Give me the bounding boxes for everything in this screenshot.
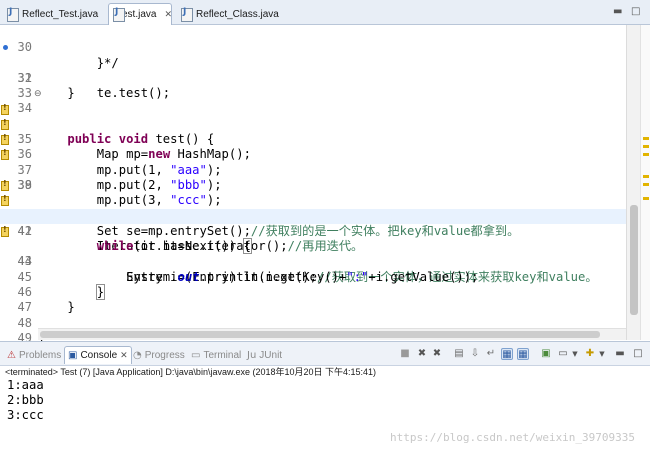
warning-marker[interactable]: [643, 197, 649, 200]
code-line-current[interactable]: 42 while(it.hasNext()) {: [0, 208, 650, 255]
code-line[interactable]: 39: [0, 163, 650, 192]
tab-console[interactable]: ▣ Console ✕: [64, 346, 132, 364]
scroll-thumb[interactable]: [40, 331, 600, 338]
maximize-icon[interactable]: □: [632, 348, 644, 360]
progress-icon: ◔: [133, 349, 142, 361]
tab-reflect-class[interactable]: Reflect_Class.java: [176, 3, 288, 25]
warning-marker[interactable]: [643, 153, 649, 156]
console-line: 2:bbb: [7, 393, 44, 407]
minimize-icon[interactable]: ▬: [613, 6, 622, 17]
code-line[interactable]: 40 Set se=mp.entrySet();//获取到的是一个实体。把key…: [0, 178, 650, 238]
tab-label: JUnit: [259, 349, 283, 361]
console-status: <terminated> Test (7) [Java Application]…: [0, 366, 650, 378]
terminate-icon[interactable]: ■: [399, 348, 411, 360]
tab-test[interactable]: Test.java ✕: [108, 3, 172, 25]
tab-junit[interactable]: Ju JUnit: [244, 346, 285, 364]
code-line[interactable]: 32 }: [0, 56, 650, 100]
scroll-thumb[interactable]: [630, 205, 638, 315]
vertical-scrollbar[interactable]: [626, 25, 640, 340]
tab-progress[interactable]: ◔ Progress: [130, 346, 188, 364]
show-stderr-icon[interactable]: ▦: [517, 348, 529, 360]
remove-launch-icon[interactable]: ✖: [416, 348, 428, 360]
tab-problems[interactable]: ⚠ Problems: [4, 346, 64, 364]
warning-icon[interactable]: [0, 179, 10, 191]
overview-ruler[interactable]: [640, 25, 650, 340]
code-line[interactable]: 35 Map mp=new HashMap();: [0, 102, 650, 161]
code-line[interactable]: 43 Entry i=(Entry) it.next();//获取到一个实体，通…: [0, 224, 650, 284]
warning-marker[interactable]: [643, 137, 649, 140]
tab-label: Reflect_Class.java: [196, 9, 279, 20]
close-tab-icon[interactable]: ✕: [164, 10, 172, 20]
code-line[interactable]: 47: [0, 285, 650, 314]
code-editor[interactable]: 30 }*/ 31 te.test(); 32 } 33 34 ⊖ public…: [0, 25, 650, 345]
warning-marker[interactable]: [643, 175, 649, 178]
scroll-lock-icon[interactable]: ⇩: [469, 348, 481, 360]
warning-icon[interactable]: [0, 133, 10, 146]
code-line[interactable]: 33: [0, 71, 650, 100]
editor-tab-bar: Reflect_Test.java Test.java ✕ Reflect_Cl…: [0, 0, 650, 25]
code-line[interactable]: 48 }: [0, 300, 650, 345]
tab-label: Terminal: [203, 349, 242, 361]
code-line[interactable]: 46 }: [0, 270, 650, 314]
warning-icon[interactable]: [0, 194, 10, 207]
code-line[interactable]: 30 }*/: [0, 25, 650, 69]
terminal-icon: ▭: [191, 349, 201, 361]
breakpoint-dot-icon[interactable]: [0, 42, 10, 53]
display-console-icon[interactable]: ▭: [557, 348, 569, 360]
view-tab-bar: ⚠ Problems ▣ Console ✕ ◔ Progress ▭ Term…: [0, 341, 650, 366]
warning-marker[interactable]: [643, 183, 649, 186]
warning-icon[interactable]: [0, 118, 10, 130]
chevron-down-icon[interactable]: ▼: [569, 348, 581, 360]
warning-marker[interactable]: [643, 145, 649, 148]
console-icon: ▣: [68, 350, 78, 361]
warning-icon[interactable]: [0, 225, 10, 237]
tab-terminal[interactable]: ▭ Terminal: [188, 346, 244, 364]
code-line[interactable]: 38 mp.put(3, "ccc");: [0, 147, 650, 207]
code-line[interactable]: 37 mp.put(2, "bbb");: [0, 132, 650, 192]
console-line: 3:ccc: [7, 408, 44, 422]
java-file-icon: [7, 7, 19, 22]
warning-icon[interactable]: [0, 103, 10, 115]
watermark: https://blog.csdn.net/weixin_39709335: [390, 431, 636, 444]
clear-console-icon[interactable]: ▤: [453, 348, 465, 360]
code-line[interactable]: 45 }: [0, 255, 650, 301]
horizontal-scrollbar[interactable]: [38, 328, 626, 340]
junit-icon: Ju: [247, 349, 257, 361]
word-wrap-icon[interactable]: ↵: [485, 348, 497, 360]
warning-icon[interactable]: [0, 148, 10, 161]
console-line: 1:aaa: [7, 378, 44, 392]
close-tab-icon[interactable]: ✕: [120, 351, 128, 361]
problems-icon: ⚠: [7, 349, 16, 361]
show-stdout-icon[interactable]: ▦: [501, 348, 513, 360]
code-line[interactable]: 31 te.test();: [0, 40, 650, 100]
tab-label: Reflect_Test.java: [22, 9, 99, 20]
java-file-icon: [181, 7, 193, 22]
code-line[interactable]: 41 Iterator it=se.iterator();//再用迭代。: [0, 193, 650, 253]
tab-label: Console: [80, 350, 118, 361]
tab-reflect-test[interactable]: Reflect_Test.java: [2, 3, 106, 25]
chevron-down-icon[interactable]: ▼: [596, 348, 608, 360]
fold-toggle-icon[interactable]: ⊖: [34, 87, 42, 102]
minimize-icon[interactable]: ▬: [614, 348, 626, 360]
maximize-icon[interactable]: □: [631, 6, 640, 17]
code-line[interactable]: 36 mp.put(1, "aaa");: [0, 117, 650, 177]
remove-all-icon[interactable]: ✖: [431, 348, 443, 360]
tab-label: Problems: [18, 349, 62, 361]
open-console-icon[interactable]: ✚: [584, 348, 596, 360]
tab-label: Progress: [144, 349, 185, 361]
code-line[interactable]: 34 ⊖ public void test() {: [0, 86, 650, 146]
code-line[interactable]: 44 System.out.println(i.getKey()+":"+i.g…: [0, 239, 650, 283]
pin-console-icon[interactable]: ▣: [540, 348, 552, 360]
